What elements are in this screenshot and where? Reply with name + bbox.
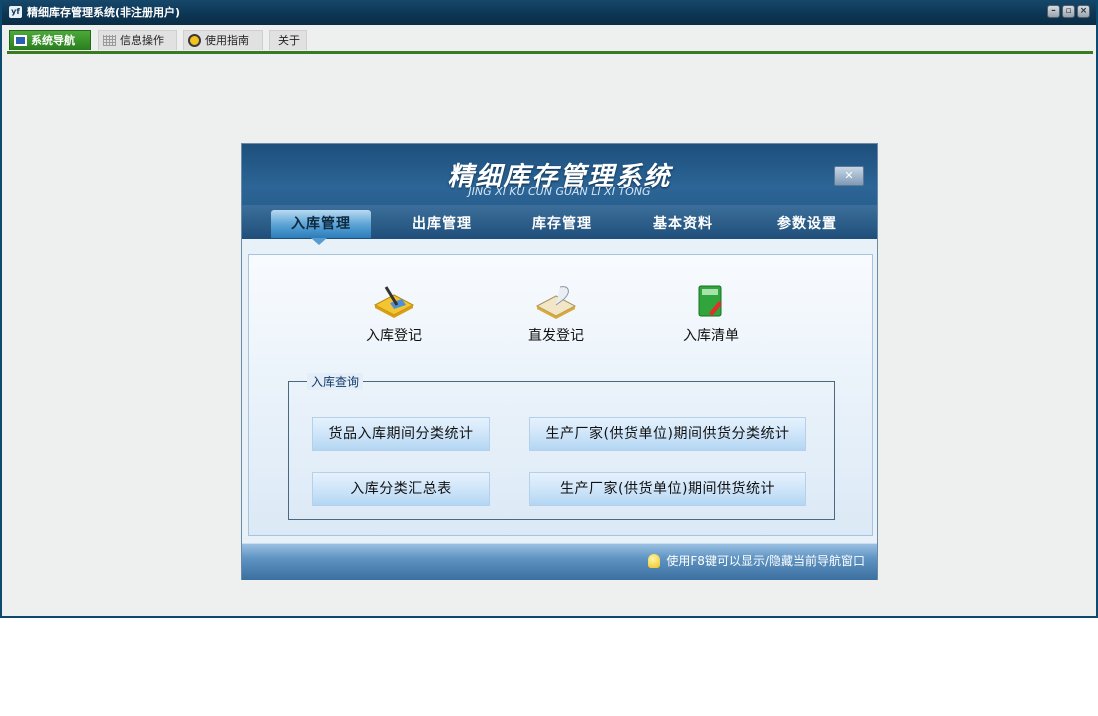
clock-icon (188, 34, 201, 47)
module-tabs: 入库管理 出库管理 库存管理 基本资料 参数设置 (242, 205, 877, 239)
panel-subtitle: JING XI KU CUN GUAN LI XI TONG (468, 185, 651, 198)
app-logo-icon: yf (9, 6, 22, 18)
tab-outbound-management[interactable]: 出库管理 (392, 210, 492, 238)
group-title: 入库查询 (307, 373, 364, 390)
grid-icon (103, 35, 116, 46)
tab-about[interactable]: 关于 (269, 30, 307, 50)
title-bar[interactable]: yf 精细库存管理系统(非注册用户) – ▫ × (2, 0, 1096, 25)
tab-info-operations[interactable]: 信息操作 (98, 30, 177, 50)
main-window: yf 精细库存管理系统(非注册用户) – ▫ × 系统导航 信息操作 使用指南 … (0, 0, 1098, 618)
monitor-icon (14, 35, 27, 46)
close-icon[interactable]: × (1077, 5, 1090, 18)
hint-text: 使用F8键可以显示/隐藏当前导航窗口 (666, 554, 865, 568)
inbound-query-group: 入库查询 货品入库期间分类统计 生产厂家(供货单位)期间供货分类统计 入库分类汇… (288, 373, 835, 520)
tab-label: 信息操作 (120, 34, 164, 47)
window-controls: – ▫ × (1047, 5, 1090, 18)
feature-label: 入库清单 (683, 328, 739, 344)
tab-parameter-settings[interactable]: 参数设置 (757, 210, 857, 238)
panel-close-button[interactable]: ✕ (834, 166, 864, 186)
tab-basic-data[interactable]: 基本资料 (633, 210, 733, 238)
tab-system-navigation[interactable]: 系统导航 (9, 30, 91, 50)
panel-header: 精细库存管理系统 JING XI KU CUN GUAN LI XI TONG … (242, 144, 877, 239)
inbound-register-button[interactable]: 入库登记 (334, 283, 454, 345)
tab-label: 使用指南 (205, 34, 249, 47)
window-title: 精细库存管理系统(非注册用户) (27, 6, 181, 19)
top-tab-bar: 系统导航 信息操作 使用指南 关于 (7, 27, 1093, 54)
feature-label: 直发登记 (528, 328, 584, 344)
lightbulb-icon (648, 553, 661, 568)
book-and-quill-icon (535, 286, 577, 319)
navigation-panel: 精细库存管理系统 JING XI KU CUN GUAN LI XI TONG … (241, 143, 878, 580)
feature-label: 入库登记 (366, 328, 422, 344)
direct-shipment-register-button[interactable]: 直发登记 (496, 283, 616, 345)
active-tab-pointer (311, 238, 327, 245)
tab-content: 入库登记 直发登记 入库清单 入库查询 货品入库期间分类统计 生产厂家(供货单位… (248, 254, 873, 536)
tab-label: 关于 (278, 34, 300, 47)
f8-hint: 使用F8键可以显示/隐藏当前导航窗口 (648, 552, 865, 569)
minimize-icon[interactable]: – (1047, 5, 1060, 18)
tab-user-guide[interactable]: 使用指南 (183, 30, 263, 50)
panel-footer: 使用F8键可以显示/隐藏当前导航窗口 (242, 543, 877, 580)
green-notebook-icon (698, 285, 722, 317)
restore-icon[interactable]: ▫ (1062, 5, 1075, 18)
pen-and-notebook-icon (373, 286, 415, 318)
supplier-period-stats-button[interactable]: 生产厂家(供货单位)期间供货统计 (529, 472, 806, 506)
tab-inbound-management[interactable]: 入库管理 (271, 210, 371, 238)
goods-inbound-period-category-stats-button[interactable]: 货品入库期间分类统计 (312, 417, 490, 451)
tab-inventory-management[interactable]: 库存管理 (512, 210, 612, 238)
inbound-category-summary-button[interactable]: 入库分类汇总表 (312, 472, 490, 506)
supplier-period-category-stats-button[interactable]: 生产厂家(供货单位)期间供货分类统计 (529, 417, 806, 451)
inbound-list-button[interactable]: 入库清单 (651, 283, 771, 345)
tab-label: 系统导航 (31, 34, 75, 47)
